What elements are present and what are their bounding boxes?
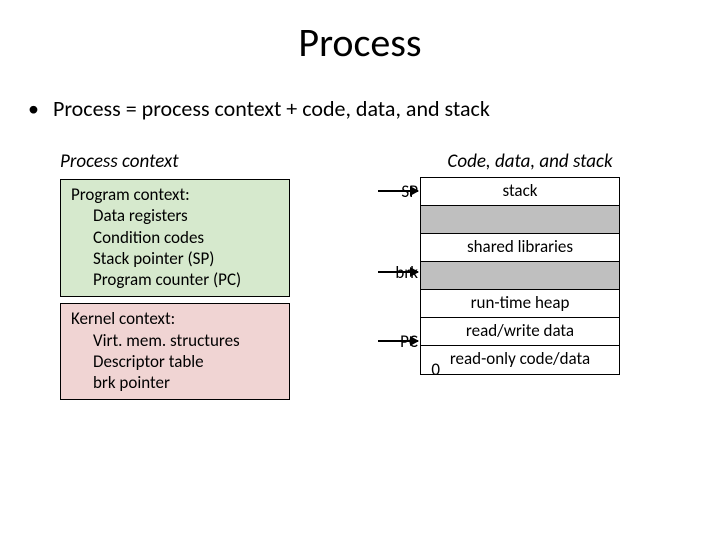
program-ctx-item: Data registers [71, 205, 279, 226]
zero-label: 0 [431, 359, 440, 380]
kernel-context-box: Kernel context: Virt. mem. structures De… [60, 303, 290, 400]
mem-seg-heap: run-time heap [421, 290, 619, 318]
kernel-ctx-item: brk pointer [71, 372, 279, 393]
mem-gap [421, 262, 619, 290]
bullet-text: Process = process context + code, data, … [53, 95, 490, 122]
program-ctx-item: Program counter (PC) [71, 269, 279, 290]
bullet-line: • Process = process context + code, data… [28, 95, 720, 122]
pc-arrow [378, 340, 418, 342]
program-context-box: Program context: Data registers Conditio… [60, 179, 290, 297]
program-ctx-item: Condition codes [71, 227, 279, 248]
program-ctx-item: Stack pointer (SP) [71, 248, 279, 269]
process-context-heading: Process context [60, 150, 320, 173]
process-context-column: Process context Program context: Data re… [60, 150, 320, 406]
brk-arrow [378, 271, 418, 273]
mem-seg-stack: stack [421, 178, 619, 206]
kernel-context-title: Kernel context: [71, 308, 279, 329]
memory-stack: stack shared libraries run-time heap rea… [420, 177, 620, 375]
kernel-ctx-item: Virt. mem. structures [71, 330, 279, 351]
mem-gap [421, 206, 619, 234]
slide-title: Process [0, 18, 720, 67]
sp-arrow [378, 190, 418, 192]
memory-heading: Code, data, and stack [370, 150, 690, 173]
memory-layout: SP brk PC 0 stack shared libraries run-t… [330, 177, 690, 375]
mem-seg-ro-code: read-only code/data [421, 346, 619, 374]
diagram-columns: Process context Program context: Data re… [60, 150, 720, 406]
mem-seg-shared-libs: shared libraries [421, 234, 619, 262]
mem-seg-rw-data: read/write data [421, 318, 619, 346]
kernel-ctx-item: Descriptor table [71, 351, 279, 372]
memory-column: Code, data, and stack SP brk PC 0 stack … [330, 150, 690, 375]
pointer-labels: SP brk PC 0 [330, 177, 420, 347]
bullet-dot: • [28, 95, 48, 122]
program-context-title: Program context: [71, 184, 279, 205]
